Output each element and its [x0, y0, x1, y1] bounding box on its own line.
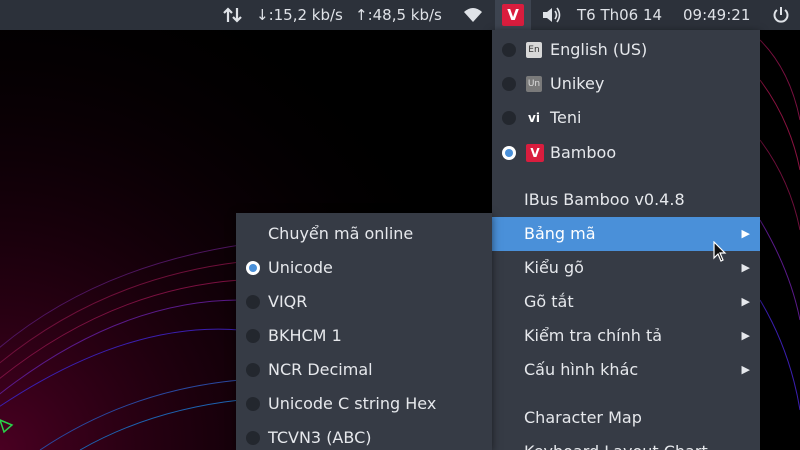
encoding-option-bkhcm1[interactable]: BKHCM 1 [236, 319, 492, 353]
download-speed: ↓:15,2 kb/s [256, 6, 343, 24]
input-method-label: Bamboo [550, 143, 617, 162]
convert-online-item[interactable]: Chuyển mã online [236, 217, 492, 251]
radio-button[interactable] [246, 431, 260, 445]
input-method-label: Teni [550, 108, 582, 127]
radio-button-selected[interactable] [502, 146, 516, 160]
menu-item-label: Chuyển mã online [268, 224, 414, 243]
encoding-option-unicode[interactable]: Unicode [236, 251, 492, 285]
menu-item-cau-hinh-khac[interactable]: Cấu hình khác ▶ [492, 353, 760, 387]
encoding-option-viqr[interactable]: VIQR [236, 285, 492, 319]
radio-button[interactable] [246, 295, 260, 309]
menu-item-label: Cấu hình khác [524, 360, 639, 379]
version-label: IBus Bamboo v0.4.8 [524, 190, 685, 209]
radio-button[interactable] [502, 77, 516, 91]
menu-item-label: Keyboard Layout Chart [524, 435, 708, 450]
menu-item-label: Character Map [524, 408, 642, 427]
encoding-submenu: Chuyển mã online Unicode VIQR BKHCM 1 NC… [236, 213, 492, 450]
bamboo-logo-icon: V [502, 4, 524, 26]
radio-button[interactable] [246, 363, 260, 377]
input-method-english[interactable]: En English (US) [492, 33, 760, 67]
chevron-right-icon: ▶ [741, 329, 750, 342]
encoding-label: TCVN3 (ABC) [268, 428, 372, 447]
encoding-label: NCR Decimal [268, 360, 373, 379]
volume-icon[interactable] [540, 0, 562, 30]
chevron-right-icon: ▶ [741, 363, 750, 376]
menu-item-character-map[interactable]: Character Map [492, 401, 760, 435]
bamboo-logo-icon: V [526, 144, 544, 162]
encoding-label: BKHCM 1 [268, 326, 342, 345]
input-method-unikey[interactable]: Un Unikey [492, 67, 760, 101]
menu-item-label: Kiểu gõ [524, 258, 584, 277]
upload-speed: ↑:48,5 kb/s [355, 6, 442, 24]
unikey-icon: Un [526, 76, 542, 92]
top-panel: ↓:15,2 kb/s ↑:48,5 kb/s V T6 Th06 14 09:… [0, 0, 800, 30]
chevron-right-icon: ▶ [741, 295, 750, 308]
radio-button[interactable] [246, 397, 260, 411]
encoding-label: Unicode C string Hex [268, 394, 437, 413]
menu-item-go-tat[interactable]: Gõ tắt ▶ [492, 285, 760, 319]
encoding-option-tcvn3[interactable]: TCVN3 (ABC) [236, 421, 492, 450]
encoding-label: Unicode [268, 258, 333, 277]
wifi-icon[interactable] [462, 0, 484, 30]
radio-button-selected[interactable] [246, 261, 260, 275]
menu-item-keyboard-layout-chart[interactable]: Keyboard Layout Chart [492, 435, 760, 450]
radio-button[interactable] [502, 111, 516, 125]
menu-item-label: Bảng mã [524, 224, 596, 243]
version-item[interactable]: IBus Bamboo v0.4.8 [492, 183, 760, 217]
ibus-menu: En English (US) Un Unikey vi Teni V Bamb… [492, 30, 760, 450]
radio-button[interactable] [246, 329, 260, 343]
menu-item-kiem-tra-chinh-ta[interactable]: Kiểm tra chính tả ▶ [492, 319, 760, 353]
encoding-option-ncr-decimal[interactable]: NCR Decimal [236, 353, 492, 387]
chevron-right-icon: ▶ [741, 227, 750, 240]
encoding-label: VIQR [268, 292, 308, 311]
input-method-label: Unikey [550, 74, 605, 93]
menu-item-label: Kiểm tra chính tả [524, 326, 663, 345]
input-method-label: English (US) [550, 40, 648, 59]
clock-display[interactable]: 09:49:21 [683, 0, 750, 30]
mouse-pointer-icon [713, 241, 727, 262]
english-icon: En [526, 42, 542, 58]
radio-button[interactable] [502, 43, 516, 57]
date-display[interactable]: T6 Th06 14 [577, 0, 662, 30]
input-method-indicator[interactable]: V [495, 0, 531, 30]
encoding-option-unicode-c-string-hex[interactable]: Unicode C string Hex [236, 387, 492, 421]
input-method-teni[interactable]: vi Teni [492, 101, 760, 135]
arrows-up-down-icon[interactable] [222, 0, 244, 30]
input-method-bamboo[interactable]: V Bamboo [492, 136, 760, 170]
chevron-right-icon: ▶ [741, 261, 750, 274]
teni-icon: vi [528, 111, 540, 125]
menu-item-label: Gõ tắt [524, 292, 574, 311]
power-icon[interactable] [771, 0, 791, 30]
